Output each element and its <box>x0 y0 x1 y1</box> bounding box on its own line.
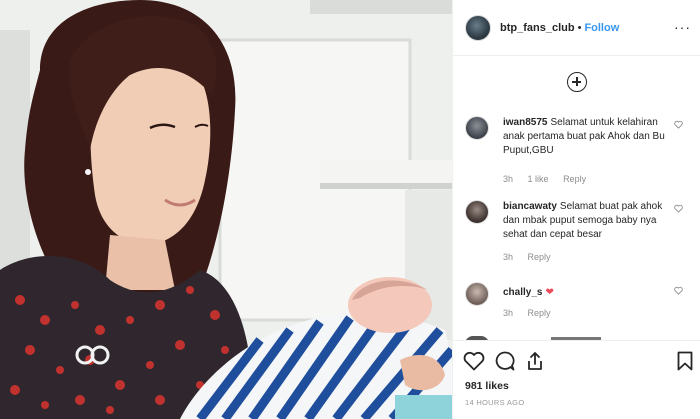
post-actions-bar: 981 likes 14 HOURS AGO <box>453 340 700 419</box>
comment-username[interactable]: chally_s <box>503 287 542 298</box>
comment-meta: 3h 1 like Reply <box>503 174 598 184</box>
bookmark-icon[interactable] <box>677 351 693 371</box>
red-heart-emoji: ❤ <box>545 287 554 298</box>
comment-username[interactable]: biancawaty <box>503 201 557 212</box>
comment-icon[interactable] <box>494 351 515 371</box>
like-heart-icon[interactable] <box>674 120 683 129</box>
comment-time: 3h <box>503 252 514 262</box>
like-heart-icon[interactable] <box>674 204 683 213</box>
comment-text-block: chally_s ❤ <box>503 286 673 300</box>
reply-button[interactable]: Reply <box>528 252 551 262</box>
comment-text-block: iwan8575 Selamat untuk kelahiran anak per… <box>503 116 673 158</box>
share-icon[interactable] <box>525 351 545 371</box>
post-header: btp_fans_club • Follow ··· <box>453 0 700 56</box>
photo-illustration <box>0 0 452 419</box>
header-separator: • <box>577 21 582 34</box>
post-side-panel: btp_fans_club • Follow ··· iwan8575 Selam… <box>452 0 700 419</box>
heart-icon[interactable] <box>463 351 485 371</box>
load-more-comments-icon[interactable] <box>567 72 587 92</box>
comment-meta: 3h Reply <box>503 308 563 318</box>
comment-time: 3h <box>503 174 514 184</box>
author-username[interactable]: btp_fans_club <box>500 22 575 34</box>
comment-avatar[interactable] <box>465 200 489 224</box>
reply-button[interactable]: Reply <box>563 174 586 184</box>
likes-count[interactable]: 981 likes <box>465 380 509 392</box>
reply-button[interactable]: Reply <box>528 308 551 318</box>
comment-meta: 3h Reply <box>503 252 563 262</box>
more-options-icon[interactable]: ··· <box>674 19 691 35</box>
author-avatar[interactable] <box>465 14 491 41</box>
post-photo <box>0 0 452 419</box>
like-heart-icon[interactable] <box>674 286 683 295</box>
post-timestamp: 14 HOURS AGO <box>465 398 525 407</box>
follow-button[interactable]: Follow <box>584 22 619 34</box>
comment-username[interactable]: iwan8575 <box>503 117 547 128</box>
comment-avatar[interactable] <box>465 282 489 306</box>
comment-time: 3h <box>503 308 514 318</box>
comment-like-count[interactable]: 1 like <box>528 174 549 184</box>
comment-text-block: biancawaty Selamat buat pak ahok dan mbak… <box>503 200 673 242</box>
comment-avatar[interactable] <box>465 116 489 140</box>
